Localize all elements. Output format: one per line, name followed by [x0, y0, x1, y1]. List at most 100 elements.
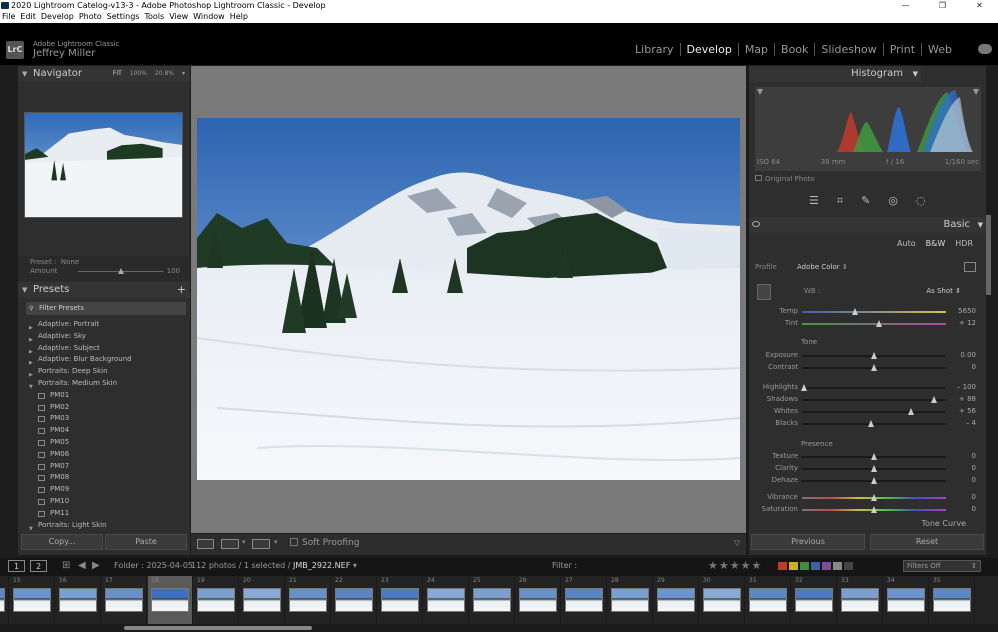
navigator-header[interactable]: ▼ Navigator FIT 100% 20.8% ▾ [18, 66, 190, 82]
filmstrip-cell[interactable]: 18 [148, 576, 193, 624]
auto-button[interactable]: Auto [894, 239, 919, 248]
copy-button[interactable]: Copy... [21, 534, 103, 550]
profile-dropdown-icon[interactable]: ⇕ [842, 263, 848, 271]
module-web[interactable]: Web [921, 43, 958, 56]
restore-button[interactable]: ❐ [924, 0, 961, 11]
preset-item[interactable]: PM01 [26, 390, 188, 402]
slider-knob[interactable] [851, 308, 858, 315]
hdr-button[interactable]: HDR [952, 239, 976, 248]
filmstrip-cell[interactable]: 30 [700, 576, 745, 624]
slider-knob[interactable] [870, 364, 877, 371]
grid-icon[interactable]: ⊞ [62, 560, 70, 571]
right-panel-edge[interactable] [986, 66, 998, 555]
yy-dropdown-icon[interactable]: ▾ [274, 538, 278, 546]
slider-track[interactable] [802, 387, 946, 389]
slider-knob[interactable] [930, 396, 937, 403]
zoom-fit[interactable]: FIT [113, 66, 122, 82]
filmstrip-thumbnail[interactable] [335, 588, 373, 612]
slider-knob[interactable] [870, 494, 877, 501]
menu-photo[interactable]: Photo [79, 11, 102, 23]
left-panel-edge[interactable] [0, 66, 18, 555]
filmstrip-cell[interactable]: 34 [884, 576, 929, 624]
module-slideshow[interactable]: Slideshow [814, 43, 882, 56]
menu-file[interactable]: File [2, 11, 15, 23]
filmstrip-thumbnail[interactable] [381, 588, 419, 612]
amount-slider-knob[interactable] [117, 268, 124, 274]
slider-value[interactable]: 0 [946, 464, 976, 472]
color-label-swatch[interactable] [811, 562, 820, 570]
secondary-display-button[interactable]: 2 [30, 560, 47, 572]
edit-sliders-icon[interactable]: ☰ [809, 194, 819, 208]
color-label-swatch[interactable] [800, 562, 809, 570]
rating-filter-stars[interactable]: ★★★★★ [708, 559, 762, 572]
navigator-preview[interactable] [24, 112, 183, 218]
crop-icon[interactable]: ⌗ [837, 194, 843, 208]
menu-tools[interactable]: Tools [144, 11, 164, 23]
close-button[interactable]: ✕ [961, 0, 998, 11]
preset-item[interactable]: PM07 [26, 461, 188, 473]
soft-proofing-checkbox[interactable] [290, 538, 298, 546]
zoom-more-icon[interactable]: ▾ [182, 66, 185, 82]
filmstrip-thumbnail[interactable] [703, 588, 741, 612]
slider-knob[interactable] [870, 477, 877, 484]
reset-button[interactable]: Reset [870, 534, 984, 550]
preset-group[interactable]: ▶ Adaptive: Blur Background [26, 354, 188, 366]
preset-item[interactable]: PM10 [26, 496, 188, 508]
filmstrip-cell[interactable]: 21 [286, 576, 331, 624]
minimize-button[interactable]: — [887, 0, 924, 11]
preset-item[interactable]: PM05 [26, 437, 188, 449]
color-label-swatch[interactable] [789, 562, 798, 570]
filmstrip-thumbnail[interactable] [0, 588, 5, 612]
slider-value[interactable]: – 4 [946, 419, 976, 427]
filters-off-dropdown[interactable]: Filters Off ⇕ [903, 560, 981, 572]
filmstrip-thumbnail[interactable] [611, 588, 649, 612]
presets-header[interactable]: ▼ Presets + [18, 282, 190, 298]
soft-proofing-toggle[interactable]: Soft Proofing [290, 538, 360, 548]
filmstrip-cell[interactable]: 20 [240, 576, 285, 624]
filmstrip-cell[interactable]: 22 [332, 576, 377, 624]
filmstrip-cell[interactable]: 28 [608, 576, 653, 624]
original-photo-checkbox[interactable] [755, 175, 762, 181]
cloud-sync-icon[interactable] [978, 44, 992, 54]
filmstrip-thumbnail[interactable] [105, 588, 143, 612]
filmstrip-cell[interactable]: 14 [0, 576, 9, 624]
filmstrip-cell[interactable]: 17 [102, 576, 147, 624]
filmstrip-thumbnail[interactable] [841, 588, 879, 612]
slider-knob[interactable] [870, 453, 877, 460]
histogram-header[interactable]: Histogram ▼ [749, 66, 921, 82]
filmstrip-cell[interactable]: 29 [654, 576, 699, 624]
source-folder[interactable]: Folder : 2025-04-05 [114, 561, 193, 570]
preset-item[interactable]: PM03 [26, 413, 188, 425]
slider-value[interactable]: – 100 [946, 383, 976, 391]
back-arrow-icon[interactable]: ◀ [78, 560, 86, 571]
preset-item[interactable]: PM04 [26, 425, 188, 437]
slider-knob[interactable] [870, 506, 877, 513]
slider-knob[interactable] [867, 420, 874, 427]
preset-item[interactable]: PM02 [26, 402, 188, 414]
menu-edit[interactable]: Edit [20, 11, 36, 23]
filmstrip-cell[interactable]: 16 [56, 576, 101, 624]
filmstrip-thumbnail[interactable] [657, 588, 695, 612]
preset-item[interactable]: PM06 [26, 449, 188, 461]
slider-knob[interactable] [876, 320, 883, 327]
module-print[interactable]: Print [882, 43, 921, 56]
zoom-100[interactable]: 100% [130, 66, 147, 82]
module-book[interactable]: Book [774, 43, 814, 56]
slider-track[interactable] [802, 311, 946, 313]
slider-knob[interactable] [870, 465, 877, 472]
filmstrip-thumbnail[interactable] [13, 588, 51, 612]
module-develop[interactable]: Develop [679, 43, 738, 56]
filmstrip-cell[interactable]: 33 [838, 576, 883, 624]
slider-value[interactable]: 5650 [946, 307, 976, 315]
bw-button[interactable]: B&W [923, 239, 949, 248]
preset-item[interactable]: PM08 [26, 472, 188, 484]
filmstrip-thumbnail[interactable] [565, 588, 603, 612]
color-label-swatch[interactable] [822, 562, 831, 570]
filmstrip-cell[interactable]: 15 [10, 576, 55, 624]
slider-value[interactable]: + 88 [946, 395, 976, 403]
filmstrip-cell[interactable]: 27 [562, 576, 607, 624]
slider-track[interactable] [802, 323, 946, 325]
slider-track[interactable] [802, 399, 946, 401]
filmstrip-thumbnail[interactable] [749, 588, 787, 612]
filmstrip-cell[interactable]: 31 [746, 576, 791, 624]
